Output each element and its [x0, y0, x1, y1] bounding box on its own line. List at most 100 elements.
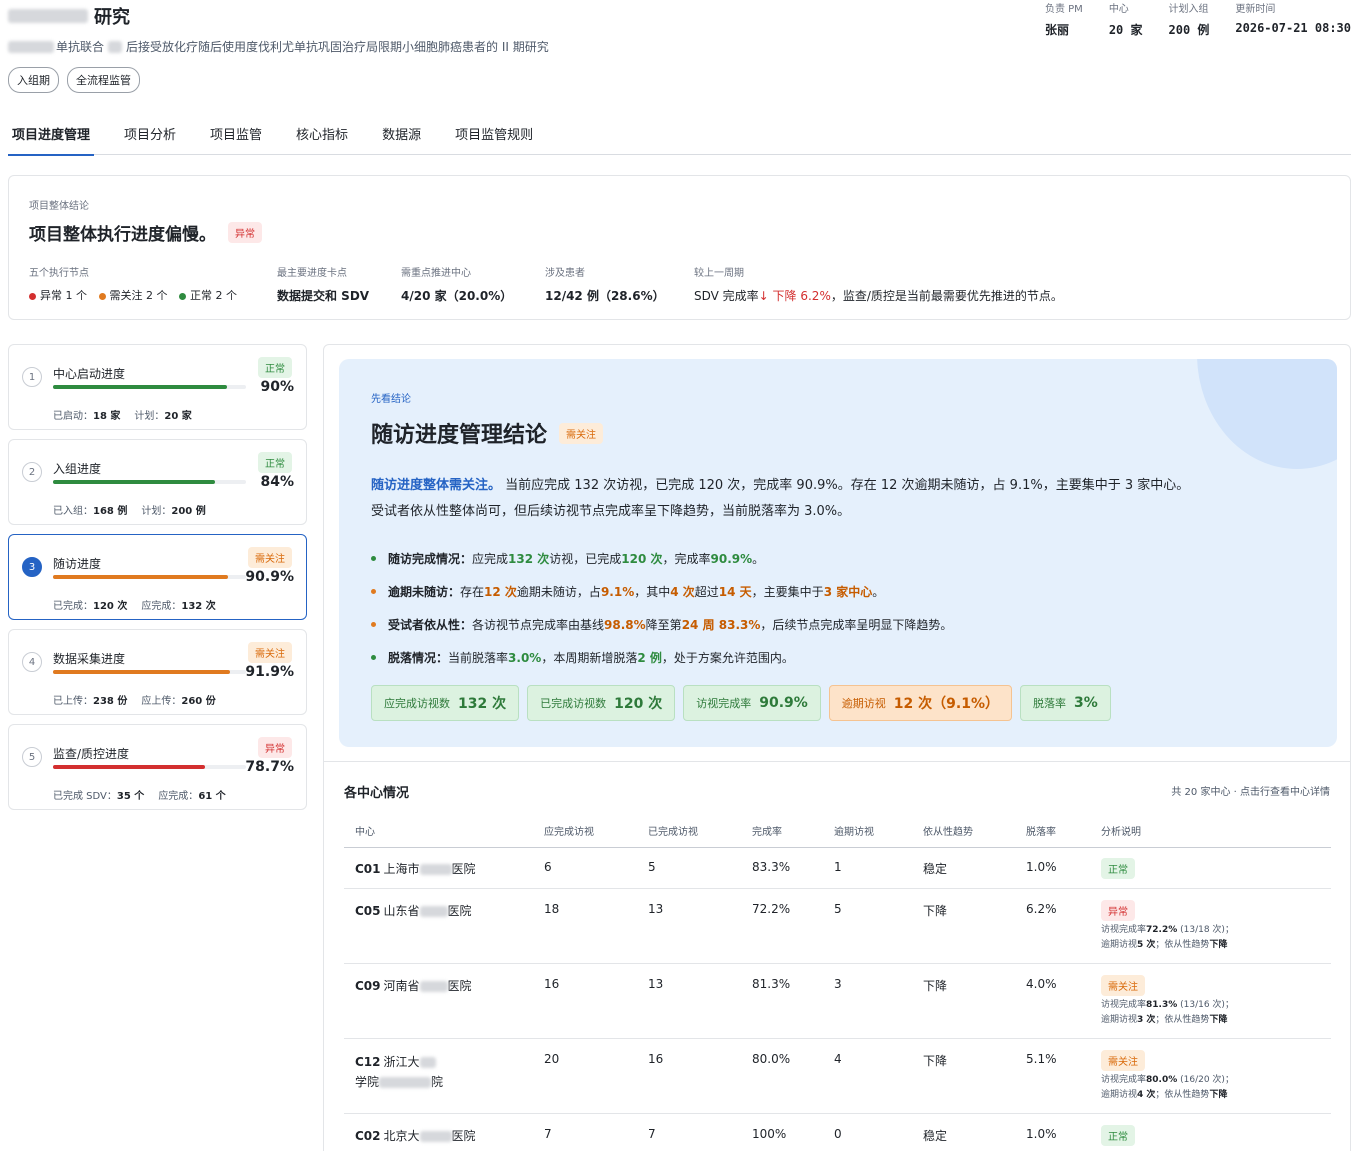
status-badge: 异常	[258, 737, 292, 758]
status-badge: 正常	[258, 357, 292, 378]
abnormal-dot	[29, 292, 36, 300]
redacted-text	[419, 906, 448, 917]
overall-conclusion-card: 项目整体结论 项目整体执行进度偏慢。 异常 五个执行节点 异常 1 个 需关注 …	[8, 175, 1351, 320]
chip-overdue-visits: 逾期访视 12 次（9.1%）	[828, 685, 1012, 721]
node-center-startup[interactable]: 1 中心启动进度 正常 90% 已启动：18 家计划：20 家	[8, 344, 307, 430]
stat-main-blocker: 最主要进度卡点 数据提交和 SDV	[277, 268, 370, 303]
center-name: C05 山东省 医院	[355, 904, 472, 918]
bullet-overdue: 逾期未随访： 存在 12 次逾期未随访，占 9.1% ，其中 4 次超过 14 天，…	[371, 575, 952, 608]
status-badge: 需关注	[248, 547, 292, 568]
main-tabs: 项目进度管理 项目分析 项目监管 核心指标 数据源 项目监管规则	[7, 114, 1351, 156]
normal-dot	[179, 292, 186, 300]
analysis-note: 访视完成率80.0% (16/20 次)； 逾期访视4 次；依从性趋势下降	[1101, 1075, 1234, 1100]
meta-updated-time: 更新时间 2026-07-21 08:30	[1235, 4, 1351, 35]
status-badge: 需关注	[248, 642, 292, 663]
redacted-text	[419, 864, 452, 875]
conclusion-paragraph: 随访进度整体需关注。 当前应完成 132 次访视，已完成 120 次，完成率 9…	[371, 478, 1190, 519]
stat-vs-last-period: 较上一周期 SDV 完成率↓ 下降 6.2%，监查/质控是当前最需要优先推进的节…	[694, 268, 1063, 303]
meta-centers: 中心 20 家	[1108, 4, 1143, 37]
stat-nodes: 五个执行节点 异常 1 个 需关注 2 个 正常 2 个	[29, 268, 237, 302]
redacted-text	[379, 1077, 432, 1088]
status-badge: 正常	[1101, 858, 1135, 879]
conclusion-label: 项目整体结论	[29, 201, 89, 212]
project-header: 研究 单抗联合 后接受放化疗随后使用度伐利尤单抗巩固治疗局限期小细胞肺癌患者的 …	[8, 4, 549, 93]
status-badge: 需关注	[1101, 975, 1145, 996]
bullet-compliance: 受试者依从性： 各访视节点完成率由基线 98.8% 降至第 24 周 83.3%，…	[371, 608, 952, 641]
status-badge: 正常	[1101, 1125, 1135, 1146]
progress-bar	[53, 480, 246, 484]
conclusion-eyebrow: 先看结论	[371, 394, 411, 405]
status-badge: 正常	[258, 452, 292, 473]
center-name: C12 浙江大 学院院	[355, 1055, 444, 1089]
project-meta: 负责 PM 张丽 中心 20 家 计划入组 200 例 更新时间 2026-07-21 …	[1045, 0, 1351, 38]
col-header-dropout: 脱落率	[1026, 827, 1056, 838]
meta-planned-enrollment: 计划入组 200 例	[1168, 4, 1210, 37]
node-data-collection[interactable]: 4 数据采集进度 需关注 91.9% 已上传：238 份应上传：260 份	[8, 629, 307, 715]
centers-table-title: 各中心情况	[344, 786, 410, 801]
redacted-text	[419, 981, 448, 992]
progress-bar	[53, 575, 246, 579]
detail-panel: 先看结论 随访进度管理结论 需关注 随访进度整体需关注。 当前应完成 132 次…	[323, 344, 1351, 1151]
progress-fill	[53, 670, 231, 674]
tag-full-process[interactable]: 全流程监管	[67, 67, 140, 93]
status-badge: 需关注	[1101, 1050, 1145, 1071]
decorative-circle	[1197, 359, 1337, 469]
divider	[324, 761, 1350, 762]
progress-bar	[53, 765, 246, 769]
meta-pm: 负责 PM 张丽	[1044, 4, 1083, 37]
chip-dropout-rate: 脱落率 3%	[1019, 685, 1111, 721]
col-header-analysis: 分析说明	[1101, 827, 1141, 838]
conclusion-headline: 项目整体执行进度偏慢。 异常	[29, 220, 262, 245]
project-subtitle: 单抗联合 后接受放化疗随后使用度伐利尤单抗巩固治疗局限期小细胞肺癌患者的 II …	[8, 38, 549, 55]
metric-chips: 应完成访视数 132 次 已完成访视数 120 次 访视完成率 90.9% 逾期访视 1…	[371, 685, 1111, 721]
attention-dot	[98, 292, 106, 300]
tag-enrollment-phase[interactable]: 入组期	[8, 67, 59, 93]
project-title: 研究	[8, 4, 549, 28]
follow-up-conclusion-card: 先看结论 随访进度管理结论 需关注 随访进度整体需关注。 当前应完成 132 次…	[339, 359, 1337, 747]
analysis-note: 访视完成率81.3% (13/16 次)； 逾期访视3 次；依从性趋势下降	[1101, 1000, 1234, 1025]
progress-bar	[53, 670, 246, 674]
bullet-completion: 随访完成情况： 应完成 132 次访视，已完成 120 次，完成率 90.9%。	[371, 542, 952, 575]
redacted-text	[8, 9, 88, 23]
progress-fill	[53, 765, 205, 769]
redacted-text	[8, 40, 54, 53]
col-header-overdue: 逾期访视	[834, 827, 874, 838]
stat-patients: 涉及患者 12/42 例（28.6%）	[545, 268, 665, 303]
node-monitoring-qc[interactable]: 5 监查/质控进度 异常 78.7% 已完成 SDV：35 个应完成：61 个	[8, 724, 307, 810]
col-header-rate: 完成率	[752, 827, 782, 838]
bullet-dropout: 脱落情况： 当前脱落率 3.0% ，本周期新增脱落 2 例，处于方案允许范围内。	[371, 641, 952, 674]
col-header-due: 应完成访视	[544, 827, 594, 838]
chip-due-visits: 应完成访视数 132 次	[371, 685, 520, 721]
col-header-center: 中心	[355, 827, 375, 838]
tab-project-supervision[interactable]: 项目监管	[210, 114, 262, 155]
progress-fill	[53, 385, 227, 389]
status-badge: 异常	[228, 222, 262, 243]
redacted-text	[419, 1057, 436, 1068]
status-badge: 需关注	[559, 422, 604, 444]
centers-table-note: 共 20 家中心 · 点击行查看中心详情	[1171, 787, 1330, 798]
chip-completed-visits: 已完成访视数 120 次	[527, 685, 676, 721]
redacted-text	[108, 40, 123, 53]
center-name: C02 北京大 医院	[355, 1129, 476, 1143]
redacted-text	[419, 1131, 452, 1142]
tab-data-sources[interactable]: 数据源	[382, 114, 421, 155]
node-enrollment[interactable]: 2 入组进度 正常 84% 已入组：168 例计划：200 例	[8, 439, 307, 525]
center-name: C01 上海市 医院	[355, 862, 476, 876]
tab-project-analysis[interactable]: 项目分析	[124, 114, 176, 155]
progress-fill	[53, 575, 229, 579]
tab-progress-management[interactable]: 项目进度管理	[7, 114, 95, 156]
status-badge: 异常	[1101, 900, 1135, 921]
conclusion-bullets: 随访完成情况： 应完成 132 次访视，已完成 120 次，完成率 90.9%。 …	[371, 542, 952, 674]
center-name: C09 河南省 医院	[355, 979, 472, 993]
progress-fill	[53, 480, 216, 484]
tab-core-metrics[interactable]: 核心指标	[296, 114, 348, 155]
col-header-done: 已完成访视	[648, 827, 698, 838]
analysis-note: 访视完成率72.2% (13/18 次)； 逾期访视5 次；依从性趋势下降	[1101, 925, 1234, 950]
stat-focus-centers: 需重点推进中心 4/20 家（20.0%）	[401, 268, 513, 303]
col-header-trend: 依从性趋势	[923, 827, 973, 838]
node-follow-up[interactable]: 3 随访进度 需关注 90.9% 已完成：120 次应完成：132 次	[8, 534, 307, 620]
chip-completion-rate: 访视完成率 90.9%	[683, 685, 821, 721]
conclusion-title: 随访进度管理结论 需关注	[371, 417, 604, 449]
tab-supervision-rules[interactable]: 项目监管规则	[455, 114, 533, 155]
progress-bar	[53, 385, 246, 389]
